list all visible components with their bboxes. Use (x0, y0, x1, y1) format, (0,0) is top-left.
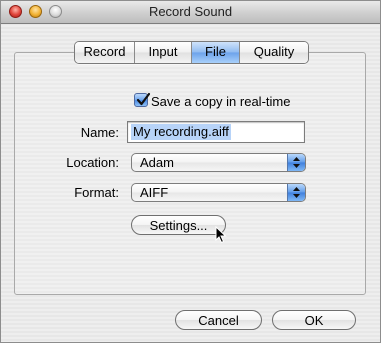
cancel-button[interactable]: Cancel (175, 310, 262, 330)
location-popup[interactable]: Adam (131, 153, 306, 172)
name-field-value: My recording.aiff (131, 124, 231, 140)
format-label: Format: (74, 185, 119, 200)
format-popup[interactable]: AIFF (131, 183, 306, 202)
tab-file[interactable]: File (192, 42, 240, 63)
mouse-pointer-icon (215, 226, 227, 244)
checkmark-icon (136, 92, 151, 106)
tab-input[interactable]: Input (135, 42, 192, 63)
settings-button[interactable]: Settings... (131, 215, 226, 235)
format-value: AIFF (140, 185, 169, 200)
popup-arrows-icon (287, 184, 305, 201)
popup-arrows-icon (287, 154, 305, 171)
name-label: Name: (80, 125, 119, 140)
save-copy-label: Save a copy in real-time (151, 94, 291, 109)
save-copy-checkbox[interactable] (134, 92, 151, 107)
name-field[interactable]: My recording.aiff (127, 121, 305, 143)
ok-button[interactable]: OK (272, 310, 356, 330)
tab-content-panel (14, 52, 366, 295)
title-bar[interactable]: Record Sound (1, 1, 380, 24)
tab-quality[interactable]: Quality (240, 42, 308, 63)
record-sound-window: Record Sound Record Input File Quality S… (0, 0, 381, 343)
location-label: Location: (66, 155, 119, 170)
tab-record[interactable]: Record (75, 42, 135, 63)
location-value: Adam (140, 155, 174, 170)
tab-bar: Record Input File Quality (74, 41, 309, 64)
window-title: Record Sound (148, 4, 233, 19)
